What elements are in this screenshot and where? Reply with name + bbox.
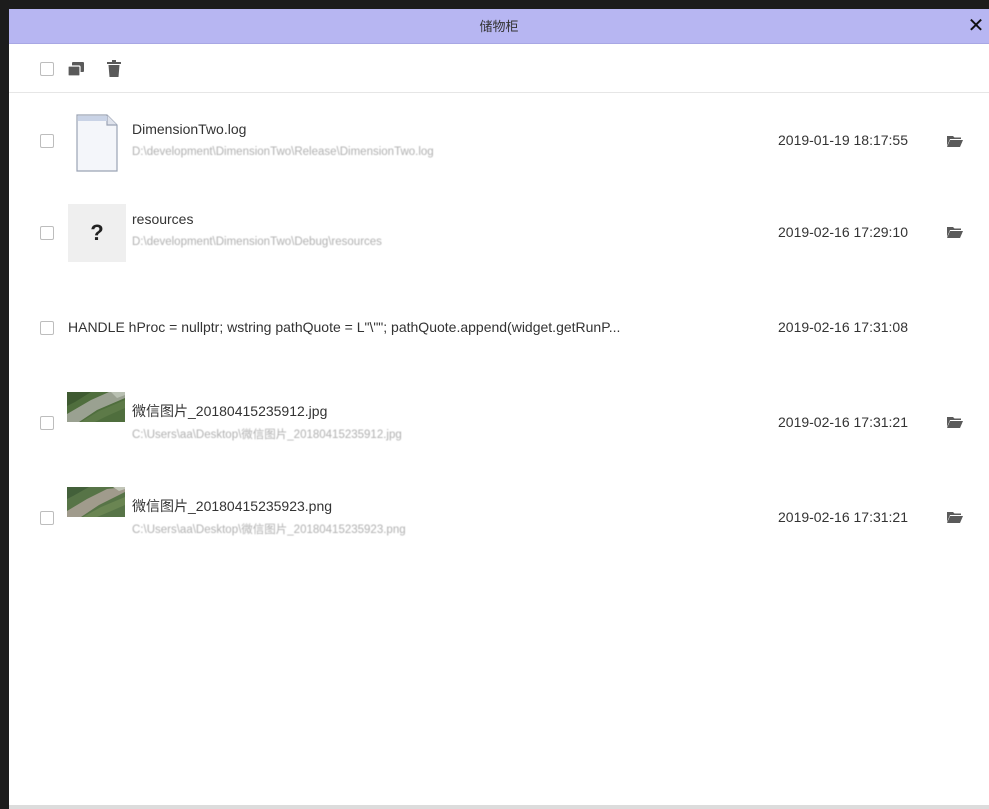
item-text: HANDLE hProc = nullptr; wstring pathQuot… xyxy=(68,319,621,335)
item-time: 2019-02-16 17:29:10 xyxy=(778,224,908,240)
list-item[interactable]: HANDLE hProc = nullptr; wstring pathQuot… xyxy=(9,284,989,374)
list-item[interactable]: DimensionTwo.log D:\development\Dimensio… xyxy=(9,94,989,184)
toolbar xyxy=(9,44,989,93)
item-checkbox[interactable] xyxy=(40,134,54,148)
question-icon: ? xyxy=(68,204,126,262)
open-folder-icon[interactable] xyxy=(947,511,963,523)
image-thumbnail xyxy=(67,487,125,517)
open-folder-icon[interactable] xyxy=(947,416,963,428)
list-item[interactable]: ? resources D:\development\DimensionTwo\… xyxy=(9,189,989,279)
window-frame-top xyxy=(0,0,989,9)
close-button[interactable]: ✕ xyxy=(965,14,987,38)
copy-icon[interactable] xyxy=(67,61,85,77)
item-name: resources xyxy=(132,211,194,227)
item-path: C:\Users\aa\Desktop\微信图片_20180415235923.… xyxy=(132,524,406,536)
select-all-checkbox[interactable] xyxy=(40,62,54,76)
title-bar: 储物柜 ✕ xyxy=(9,9,989,44)
item-name: 微信图片_20180415235923.png xyxy=(132,498,333,514)
item-time: 2019-01-19 18:17:55 xyxy=(778,132,908,148)
item-path: D:\development\DimensionTwo\Release\Dime… xyxy=(132,146,434,158)
item-checkbox[interactable] xyxy=(40,416,54,430)
item-path: D:\development\DimensionTwo\Debug\resour… xyxy=(132,236,382,248)
item-time: 2019-02-16 17:31:08 xyxy=(778,319,908,335)
window-frame-bottom xyxy=(9,805,989,809)
item-path: C:\Users\aa\Desktop\微信图片_20180415235912.… xyxy=(132,429,402,441)
open-folder-icon[interactable] xyxy=(947,226,963,238)
item-time: 2019-02-16 17:31:21 xyxy=(778,414,908,430)
item-checkbox[interactable] xyxy=(40,321,54,335)
item-time: 2019-02-16 17:31:21 xyxy=(778,509,908,525)
window-title: 储物柜 xyxy=(479,19,519,34)
list-item[interactable]: 微信图片_20180415235912.jpg C:\Users\aa\Desk… xyxy=(9,379,989,469)
item-name: DimensionTwo.log xyxy=(132,121,247,137)
image-thumbnail xyxy=(67,392,125,422)
open-folder-icon[interactable] xyxy=(947,135,963,147)
list-item[interactable]: 微信图片_20180415235923.png C:\Users\aa\Desk… xyxy=(9,474,989,564)
trash-icon[interactable] xyxy=(107,60,121,77)
item-name: 微信图片_20180415235912.jpg xyxy=(132,403,328,419)
item-checkbox[interactable] xyxy=(40,511,54,525)
window-frame-left xyxy=(0,0,9,809)
item-checkbox[interactable] xyxy=(40,226,54,240)
document-icon xyxy=(76,114,118,172)
